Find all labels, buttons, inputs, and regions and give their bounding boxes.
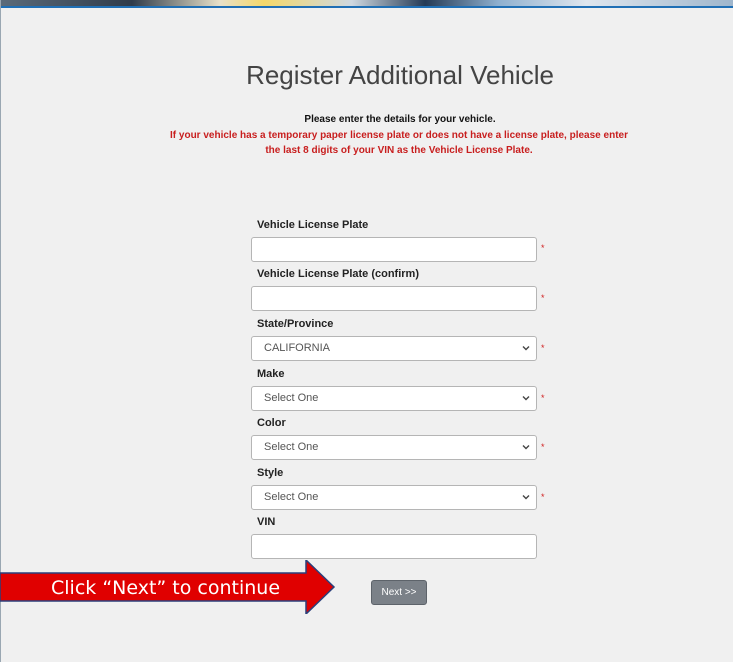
state-select[interactable]: CALIFORNIA (251, 336, 537, 361)
license-plate-label: Vehicle License Plate (257, 219, 369, 231)
make-select[interactable]: Select One (251, 386, 537, 411)
make-label: Make (257, 368, 285, 380)
vin-input[interactable] (251, 534, 537, 559)
style-label: Style (257, 467, 284, 479)
vin-label: VIN (257, 516, 276, 528)
color-label: Color (257, 417, 286, 429)
color-selected-value: Select One (264, 441, 319, 453)
chevron-down-icon (521, 343, 531, 353)
required-indicator: * (541, 393, 545, 403)
annotation-text: Click “Next” to continue (51, 577, 281, 599)
style-select[interactable]: Select One (251, 485, 537, 510)
license-plate-confirm-label: Vehicle License Plate (confirm) (257, 268, 420, 280)
style-selected-value: Select One (264, 491, 319, 503)
required-indicator: * (541, 293, 545, 303)
state-selected-value: CALIFORNIA (264, 342, 331, 354)
next-button[interactable]: Next >> (371, 580, 427, 605)
required-indicator: * (541, 243, 545, 253)
page-title: Register Additional Vehicle (246, 60, 554, 90)
license-plate-input[interactable] (251, 237, 537, 262)
license-plate-confirm-input[interactable] (251, 286, 537, 311)
color-select[interactable]: Select One (251, 435, 537, 460)
required-indicator: * (541, 492, 545, 502)
required-indicator: * (541, 442, 545, 452)
chevron-down-icon (521, 442, 531, 452)
header-banner-image (0, 0, 733, 8)
license-plate-warning: If your vehicle has a temporary paper li… (170, 130, 628, 156)
make-selected-value: Select One (264, 392, 319, 404)
intro-text: Please enter the details for your vehicl… (304, 114, 496, 125)
chevron-down-icon (521, 393, 531, 403)
chevron-down-icon (521, 492, 531, 502)
state-label: State/Province (257, 318, 334, 330)
required-indicator: * (541, 343, 545, 353)
